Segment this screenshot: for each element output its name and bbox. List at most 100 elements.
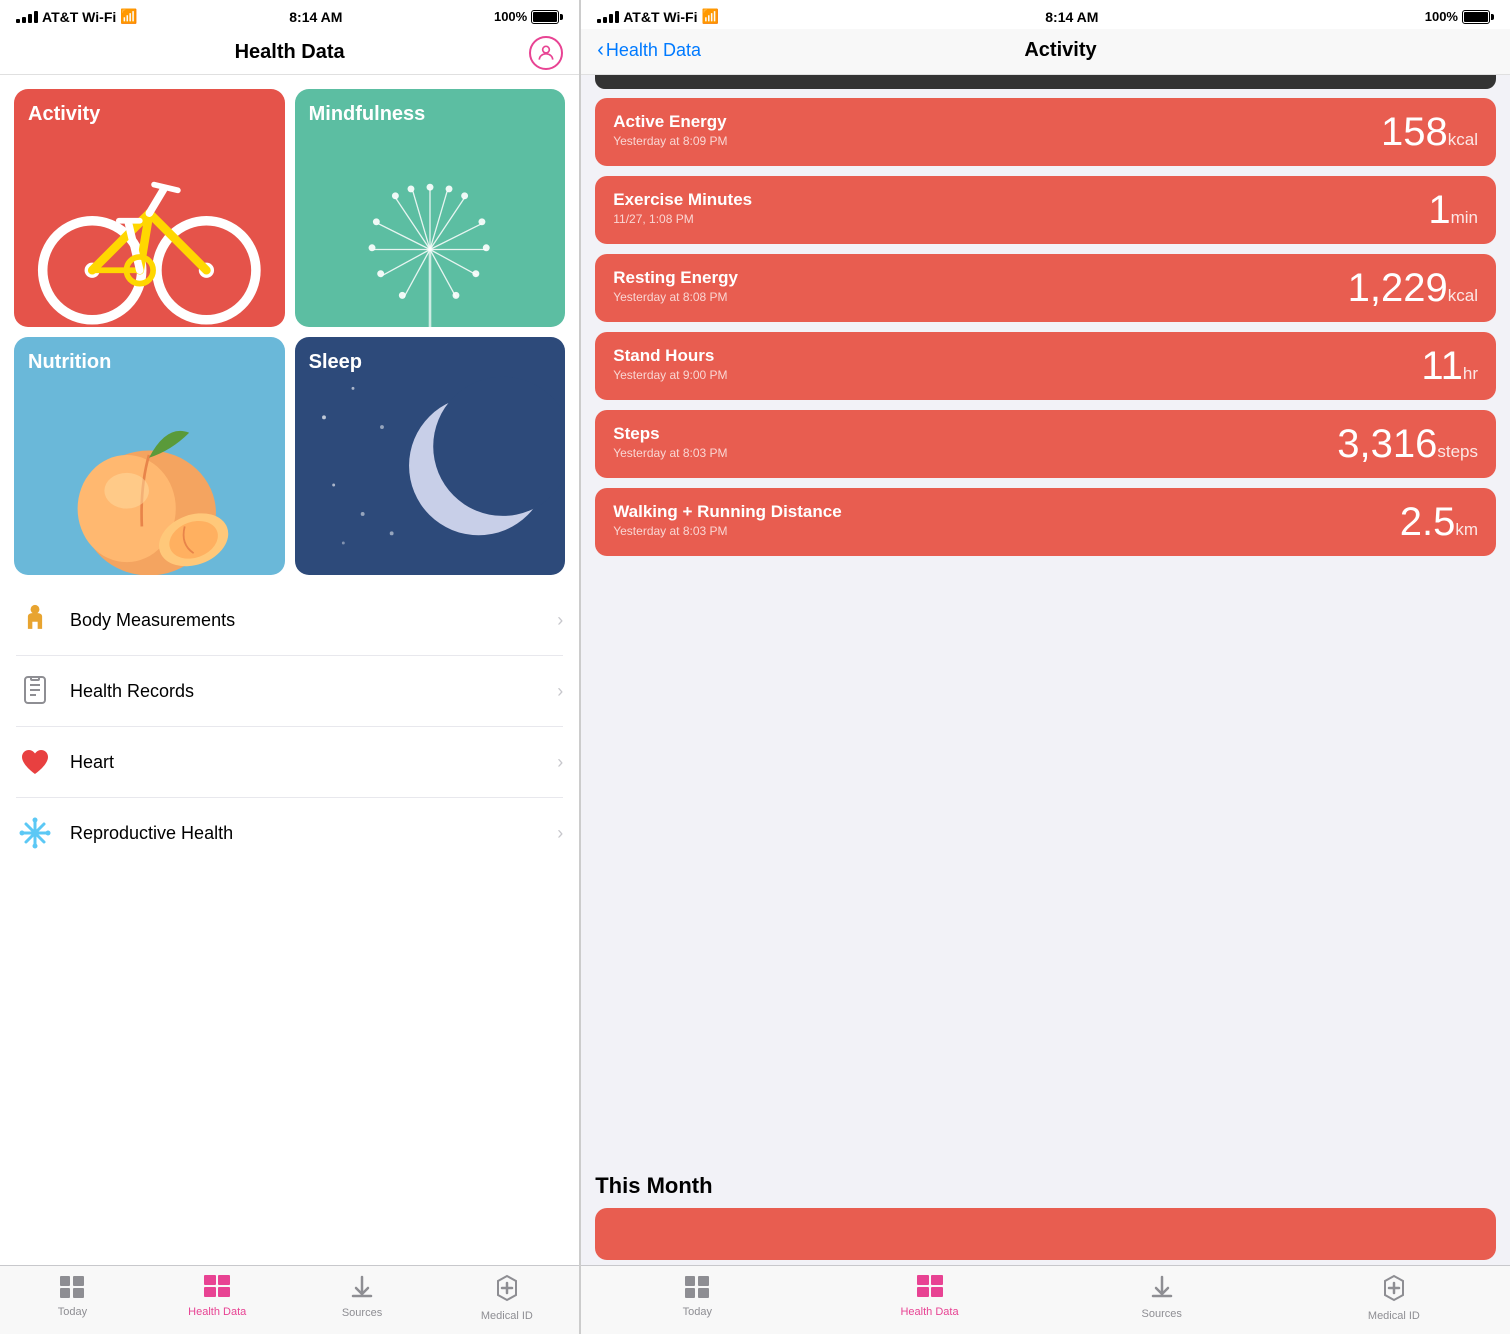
stand-hours-unit: hr [1463,364,1478,383]
mindfulness-dandelion-art [308,137,552,327]
active-energy-sub: Yesterday at 8:09 PM [613,134,727,148]
right-sources-tab-label: Sources [1142,1308,1182,1320]
stand-hours-value: 11 [1421,344,1463,388]
right-tab-health-data[interactable]: Health Data [813,1274,1045,1322]
heart-item[interactable]: Heart › [16,727,563,798]
body-measurements-icon [16,601,54,639]
nutrition-tile-label: Nutrition [28,351,111,374]
stand-hours-card[interactable]: Stand Hours Yesterday at 9:00 PM 11hr [595,332,1496,400]
right-nav-header: ‹ Health Data Activity [581,29,1510,75]
walking-running-distance-card[interactable]: Walking + Running Distance Yesterday at … [595,488,1496,556]
right-medical-id-tab-label: Medical ID [1368,1310,1420,1322]
right-today-tab-label: Today [683,1306,712,1318]
medical-id-tab-label: Medical ID [481,1310,533,1322]
health-data-tab-label: Health Data [188,1306,246,1318]
walking-running-distance-sub: Yesterday at 8:03 PM [613,524,841,538]
activity-tile-label: Activity [28,103,100,126]
resting-energy-label: Resting Energy [613,268,738,288]
left-header: Health Data [0,29,579,75]
resting-energy-sub: Yesterday at 8:08 PM [613,290,738,304]
sources-tab-icon [349,1274,375,1304]
activity-bicycle-art [14,137,285,327]
steps-value-block: 3,316steps [1337,424,1478,464]
wifi-icon: 📶 [120,8,137,25]
nutrition-tile[interactable]: Nutrition [14,337,285,575]
walking-running-distance-label: Walking + Running Distance [613,502,841,522]
heart-chevron: › [557,752,563,773]
left-status-carrier: AT&T Wi-Fi 📶 [16,8,138,25]
back-button[interactable]: ‹ Health Data [597,39,701,62]
carrier-label: AT&T Wi-Fi [42,9,116,25]
profile-button[interactable] [529,36,563,70]
resting-energy-value: 1,229 [1348,266,1448,310]
walking-running-distance-unit: km [1455,520,1478,539]
stand-hours-label: Stand Hours [613,346,727,366]
this-month-header: This Month [581,1165,1510,1203]
left-tab-health-data[interactable]: Health Data [145,1274,290,1322]
sleep-tile[interactable]: Sleep [295,337,566,575]
stand-hours-value-block: 11hr [1421,346,1478,386]
resting-energy-card[interactable]: Resting Energy Yesterday at 8:08 PM 1,22… [595,254,1496,322]
heart-icon [16,743,54,781]
right-tab-medical-id[interactable]: Medical ID [1278,1274,1510,1322]
health-records-chevron: › [557,681,563,702]
walking-running-distance-value-block: 2.5km [1400,502,1478,542]
medical-id-tab-icon [493,1274,521,1307]
reproductive-health-label: Reproductive Health [70,823,541,844]
today-tab-icon [58,1274,86,1303]
steps-sub: Yesterday at 8:03 PM [613,446,727,460]
right-tab-bar: Today Health Data Sources [581,1265,1510,1334]
active-energy-value: 158 [1381,110,1448,154]
this-month-card[interactable] [595,1208,1496,1260]
back-button-label: Health Data [606,40,701,61]
body-measurements-item[interactable]: Body Measurements › [16,585,563,656]
heart-label: Heart [70,752,541,773]
right-phone-screen: AT&T Wi-Fi 📶 8:14 AM 100% ‹ Health Data … [581,0,1510,1334]
right-carrier-label: AT&T Wi-Fi [623,9,697,25]
sleep-tile-label: Sleep [309,351,362,374]
steps-card[interactable]: Steps Yesterday at 8:03 PM 3,316steps [595,410,1496,478]
steps-unit: steps [1437,442,1478,461]
health-list-section: Body Measurements › Health Records › [0,585,579,1265]
left-page-title: Health Data [235,41,345,64]
left-tab-sources[interactable]: Sources [290,1274,435,1322]
body-measurements-chevron: › [557,610,563,631]
right-status-carrier: AT&T Wi-Fi 📶 [597,8,719,25]
health-records-item[interactable]: Health Records › [16,656,563,727]
left-status-battery: 100% [494,9,563,24]
exercise-minutes-card[interactable]: Exercise Minutes 11/27, 1:08 PM 1min [595,176,1496,244]
right-sources-tab-icon [1149,1274,1175,1305]
right-battery-percent: 100% [1425,9,1458,24]
exercise-minutes-unit: min [1451,208,1478,227]
mindfulness-tile-label: Mindfulness [309,103,426,126]
exercise-minutes-value: 1 [1428,188,1450,232]
right-signal-bars-icon [597,11,619,23]
right-status-time: 8:14 AM [1045,9,1098,25]
mindfulness-tile[interactable]: Mindfulness [295,89,566,327]
steps-label: Steps [613,424,727,444]
right-health-data-tab-icon [916,1274,944,1303]
body-measurements-label: Body Measurements [70,610,541,631]
resting-energy-unit: kcal [1448,286,1478,305]
exercise-minutes-value-block: 1min [1428,190,1478,230]
left-tab-medical-id[interactable]: Medical ID [434,1274,579,1322]
left-status-bar: AT&T Wi-Fi 📶 8:14 AM 100% [0,0,579,29]
nutrition-peach-art [28,397,272,576]
left-tab-bar: Today Health Data Sources [0,1265,579,1334]
battery-icon [531,10,563,24]
resting-energy-value-block: 1,229kcal [1348,268,1478,308]
left-tab-today[interactable]: Today [0,1274,145,1322]
health-records-label: Health Records [70,681,541,702]
top-partial-card [595,75,1496,89]
battery-percent: 100% [494,9,527,24]
right-health-data-tab-label: Health Data [900,1306,958,1318]
right-tab-today[interactable]: Today [581,1274,813,1322]
activity-tile[interactable]: Activity [14,89,285,327]
active-energy-value-block: 158kcal [1381,112,1478,152]
active-energy-card[interactable]: Active Energy Yesterday at 8:09 PM 158kc… [595,98,1496,166]
signal-bars-icon [16,11,38,23]
right-medical-id-tab-icon [1380,1274,1408,1307]
steps-value: 3,316 [1337,422,1437,466]
reproductive-health-item[interactable]: Reproductive Health › [16,798,563,868]
right-tab-sources[interactable]: Sources [1046,1274,1278,1322]
